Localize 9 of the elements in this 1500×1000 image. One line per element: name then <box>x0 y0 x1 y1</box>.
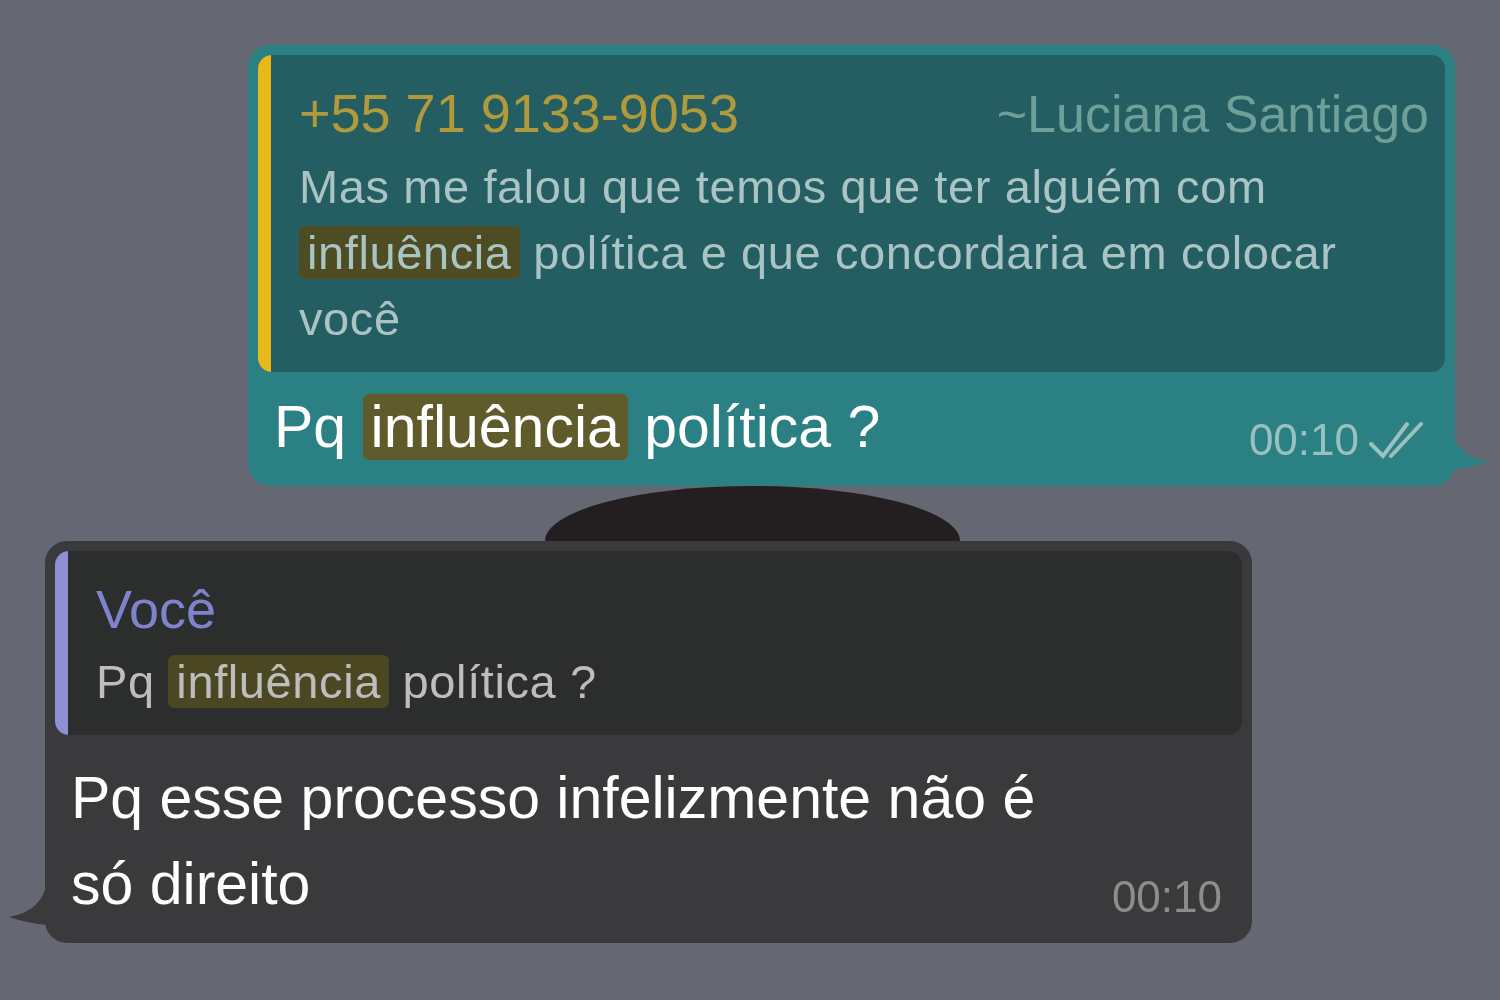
quote-text: Pq influência política ? <box>96 654 598 710</box>
quote-author: Você <box>96 578 217 641</box>
quote-text: Mas me falou que temos que ter alguém com influência política e que concordaria em colocar você <box>299 159 1338 347</box>
quote-alias: ~Luciana Santiago <box>996 84 1429 145</box>
message-time: 00:10 <box>1111 871 1222 923</box>
message-text: Pq influência política ? <box>274 393 881 462</box>
message-time: 00:10 <box>1248 414 1359 466</box>
message-text: Pq esse processo infelizmente não é só direito <box>71 764 1037 919</box>
quote-author: +55 71 9133-9053 <box>299 82 739 145</box>
